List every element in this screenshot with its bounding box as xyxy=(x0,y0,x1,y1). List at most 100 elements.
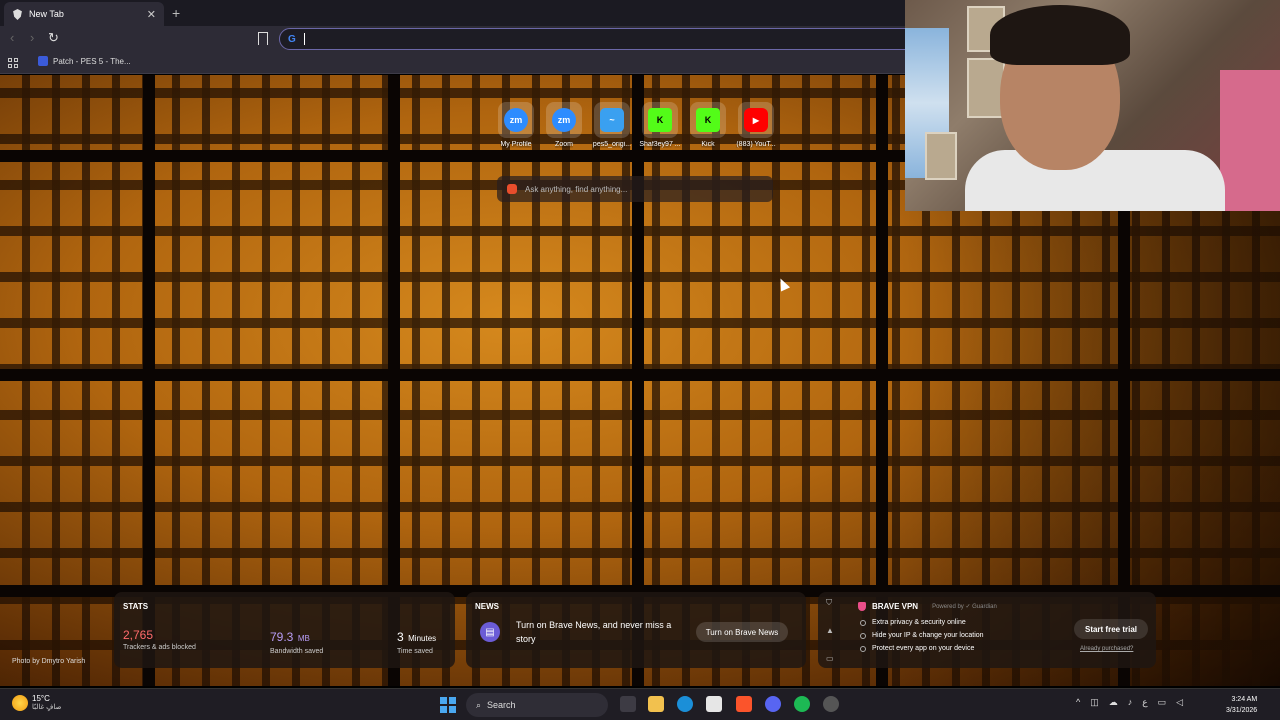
store-icon[interactable] xyxy=(706,696,722,712)
task-view-icon[interactable] xyxy=(620,696,636,712)
bookmark-label: Patch - PES 5 - The... xyxy=(53,56,131,66)
shield-tab-icon[interactable]: ⛉ xyxy=(826,598,838,626)
top-site-label: Zoom xyxy=(555,141,573,148)
vpn-feature: Hide your IP & change your location xyxy=(860,632,984,639)
display-icon[interactable]: ▭ xyxy=(1158,697,1167,708)
vpn-shield-icon xyxy=(858,602,866,611)
top-site[interactable]: ▶ (883) YouT... xyxy=(732,102,780,148)
top-site-label: pes5_origi... xyxy=(592,141,632,148)
address-bar[interactable]: G xyxy=(279,28,919,50)
google-icon: G xyxy=(288,33,296,45)
brave-lion-icon xyxy=(507,184,517,194)
chevron-up-icon[interactable]: ^ xyxy=(1076,697,1080,708)
top-site[interactable]: zm Zoom xyxy=(540,102,588,148)
vpn-brand: BRAVE VPN xyxy=(872,602,919,611)
top-site-tile: K xyxy=(690,102,726,138)
time-stat: 3 Minutes Time saved xyxy=(397,628,436,655)
bandwidth-unit: MB xyxy=(297,634,310,643)
news-title: NEWS xyxy=(475,602,499,611)
text-caret xyxy=(303,33,305,45)
stats-widget: STATS 2,765 Trackers & ads blocked 79.3 … xyxy=(114,592,455,668)
taskbar-search[interactable]: ⌕ Search xyxy=(466,693,608,717)
spotify-icon[interactable] xyxy=(794,696,810,712)
top-site[interactable]: K Kick xyxy=(684,102,732,148)
vpn-feature-text: Extra privacy & security online xyxy=(872,619,966,626)
brave-icon[interactable] xyxy=(736,696,752,712)
vpn-powered-by: Powered by ✓ Guardian xyxy=(932,604,997,610)
tab-title: New Tab xyxy=(29,9,64,19)
screen: New Tab ✕ + ‹ › ↻ G Patch - PES 5 - The.… xyxy=(0,0,1280,720)
clock[interactable]: 3:24 AM 3/31/2026 xyxy=(1226,694,1257,716)
vpn-feature: Extra privacy & security online xyxy=(860,619,966,626)
wall-poster xyxy=(925,132,957,180)
vpn-feature: Protect every app on your device xyxy=(860,645,974,652)
already-purchased-link[interactable]: Already purchased? xyxy=(1080,646,1133,652)
news-icon: ▤ xyxy=(480,622,500,642)
back-icon[interactable]: ‹ xyxy=(10,30,14,45)
zoom-logo-icon: zm xyxy=(552,108,576,132)
check-icon xyxy=(860,619,866,626)
alert-tab-icon[interactable]: ▲ xyxy=(826,626,838,654)
discord-icon[interactable] xyxy=(765,696,781,712)
edge-icon[interactable] xyxy=(677,696,693,712)
time-value: 3 xyxy=(397,630,404,644)
bookmark-icon[interactable] xyxy=(258,32,268,45)
zoom-logo-icon: zm xyxy=(504,108,528,132)
reload-icon[interactable]: ↻ xyxy=(48,30,59,46)
network-icon[interactable]: ◫ xyxy=(1090,697,1099,708)
app-icon[interactable] xyxy=(823,696,839,712)
windows-start-icon[interactable] xyxy=(440,697,456,713)
news-widget: NEWS ▤ Turn on Brave News, and never mis… xyxy=(466,592,806,668)
top-site-tile: ~ xyxy=(594,102,630,138)
time-unit: Minutes xyxy=(408,634,437,643)
turn-on-news-button[interactable]: Turn on Brave News xyxy=(696,622,788,642)
top-site-label: Shaf3ey97 ... xyxy=(639,141,681,148)
top-site[interactable]: zm My Profile xyxy=(492,102,540,148)
top-site-tile: ▶ xyxy=(738,102,774,138)
brave-shield-icon xyxy=(13,8,22,20)
top-site[interactable]: K Shaf3ey97 ... xyxy=(636,102,684,148)
check-icon xyxy=(860,645,866,652)
weather-widget[interactable]: 15°C صافٍ غالبًا xyxy=(12,694,61,711)
weather-sun-icon xyxy=(12,694,28,711)
file-explorer-icon[interactable] xyxy=(648,696,664,712)
photo-credit[interactable]: Photo by Dmytro Yarish xyxy=(12,658,85,665)
top-site-tile: K xyxy=(642,102,678,138)
ask-placeholder: Ask anything, find anything... xyxy=(525,184,628,194)
top-site-label: My Profile xyxy=(500,141,532,148)
top-site-label: Kick xyxy=(701,141,715,148)
new-tab-plus-icon[interactable]: + xyxy=(172,5,180,21)
ask-search-box[interactable]: Ask anything, find anything... xyxy=(497,176,773,202)
clock-time: 3:24 AM xyxy=(1231,696,1258,703)
check-icon xyxy=(860,632,866,639)
top-site[interactable]: ~ pes5_origi... xyxy=(588,102,636,148)
webcam-overlay xyxy=(905,0,1280,211)
microphone-icon[interactable]: ♪ xyxy=(1128,697,1133,708)
tab-new-tab[interactable]: New Tab ✕ xyxy=(4,2,164,26)
search-icon: ⌕ xyxy=(476,699,482,710)
bookmark-item[interactable]: Patch - PES 5 - The... xyxy=(38,56,131,66)
volume-icon[interactable]: ◁ xyxy=(1176,697,1183,708)
weather-temp: 15°C xyxy=(32,694,50,703)
taskbar: 15°C صافٍ غالبًا ⌕ Search ^ ◫ ☁ ♪ ع ▭ ◁ … xyxy=(0,688,1280,720)
bandwidth-stat: 79.3 MB Bandwidth saved xyxy=(270,628,323,655)
window-tab-icon[interactable]: ▭ xyxy=(826,654,838,682)
vpn-header: BRAVE VPN Powered by ✓ Guardian xyxy=(858,602,997,611)
taskbar-search-label: Search xyxy=(487,700,516,710)
frame-beam xyxy=(0,369,1280,381)
vpn-feature-text: Hide your IP & change your location xyxy=(872,632,984,639)
start-free-trial-button[interactable]: Start free trial xyxy=(1074,619,1148,639)
vpn-widget: ⛉ ▲ ▭ BRAVE VPN Powered by ✓ Guardian Ex… xyxy=(818,592,1156,668)
trackers-stat: 2,765 Trackers & ads blocked xyxy=(123,628,196,651)
apps-grid-icon[interactable] xyxy=(8,58,18,68)
weather-text: صافٍ غالبًا xyxy=(32,704,62,711)
onedrive-icon[interactable]: ☁ xyxy=(1109,697,1118,708)
language-indicator[interactable]: ع xyxy=(1142,697,1147,708)
bandwidth-value: 79.3 xyxy=(270,630,294,644)
forward-icon[interactable]: › xyxy=(30,30,34,45)
vpn-feature-text: Protect every app on your device xyxy=(872,645,975,652)
close-tab-icon[interactable]: ✕ xyxy=(147,8,156,21)
system-tray: ^ ◫ ☁ ♪ ع ▭ ◁ xyxy=(1076,697,1183,708)
top-site-label: (883) YouT... xyxy=(736,141,776,148)
top-site-tile: zm xyxy=(498,102,534,138)
